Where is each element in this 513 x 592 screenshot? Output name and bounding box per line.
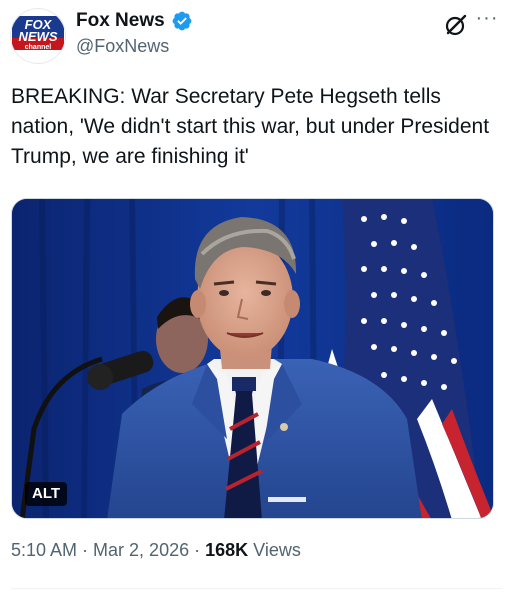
svg-text:NEWS: NEWS [19, 29, 58, 44]
views-count: 168K [205, 540, 249, 560]
tweet-text: BREAKING: War Secretary Pete Hegseth tel… [11, 85, 490, 168]
tweet-time[interactable]: 5:10 AM [11, 540, 77, 561]
meta-separator: · [194, 540, 201, 560]
meta-separator: · [82, 540, 89, 560]
alt-text-badge[interactable]: ALT [25, 482, 68, 506]
fox-news-avatar[interactable]: FOX NEWS channel [10, 8, 66, 64]
more-options-icon[interactable]: ··· [475, 8, 499, 34]
svg-text:channel: channel [25, 44, 52, 51]
tweet-metadata: 5:10 AM · Mar 2, 2026 · 168K Views [11, 540, 301, 561]
tweet-header: FOX NEWS channel Fox News @FoxNews ··· [10, 6, 503, 66]
divider [11, 588, 502, 589]
tweet-photo[interactable]: ALT [11, 198, 494, 519]
views-label: Views [253, 540, 301, 560]
grok-icon[interactable] [443, 12, 469, 38]
photo-hegseth-image [12, 199, 493, 518]
author-display-name[interactable]: Fox News [76, 10, 165, 32]
fox-news-logo-icon: FOX NEWS channel [10, 8, 66, 64]
tweet-date[interactable]: Mar 2, 2026 [93, 540, 189, 561]
verified-badge-icon[interactable] [171, 10, 193, 32]
author-handle[interactable]: @FoxNews [76, 36, 193, 57]
author-info: Fox News @FoxNews [76, 10, 193, 57]
